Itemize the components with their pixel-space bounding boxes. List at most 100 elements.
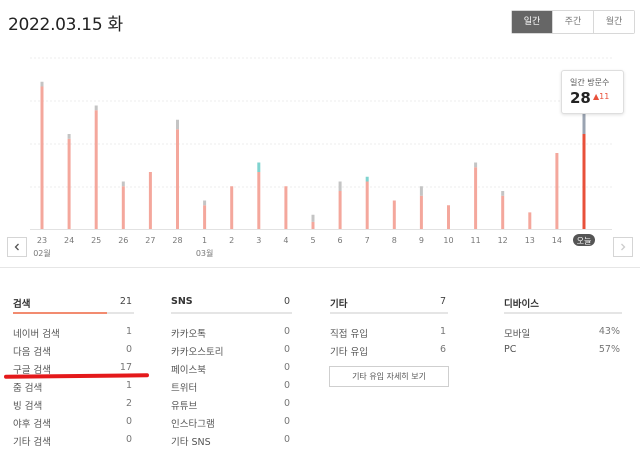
- stats-search-header: 검색 21: [13, 296, 134, 316]
- x-tick-label: 28: [172, 236, 182, 245]
- row-value: 0: [283, 326, 290, 337]
- list-item[interactable]: 다음 검색 0: [13, 340, 134, 358]
- bar-segment-0: [257, 172, 261, 229]
- row-value: 0: [125, 416, 132, 427]
- stats-etc-rule: [330, 312, 448, 314]
- list-item[interactable]: 인스타그램 0: [171, 412, 292, 430]
- x-tick-label: 27: [145, 236, 155, 245]
- tooltip-delta: ▲11: [593, 92, 610, 101]
- daily-visits-chart: 23 24 25 26 27 28 1 2 3 4 5 6 7 8 9 10 11 12 13 14 오늘02월 03월: [30, 57, 612, 258]
- stats-sns-total: 0: [283, 296, 290, 307]
- row-value: 0: [283, 416, 290, 427]
- row-value: 0: [283, 344, 290, 355]
- bar-segment-2: [257, 162, 261, 172]
- bar-segment-1: [419, 186, 423, 196]
- row-label: 직접 유입: [330, 329, 368, 340]
- tooltip-value: 28: [570, 89, 591, 107]
- bar-segment-0: [447, 205, 450, 229]
- bar-segment-1: [501, 191, 505, 196]
- row-value: 57%: [598, 344, 620, 355]
- row-label: PC: [504, 344, 517, 355]
- list-item[interactable]: PC 57%: [504, 340, 622, 358]
- section-divider: [0, 267, 640, 268]
- bar-segment-2: [365, 176, 369, 182]
- bar-segment-0: [474, 167, 478, 229]
- stats-sns-rule: [171, 312, 292, 314]
- chart-prev-button[interactable]: [7, 237, 27, 257]
- stats-search: 검색 21 네이버 검색 1 다음 검색 0 구글 검색 17 줌 검색 1 빙 검색 2…: [13, 296, 134, 448]
- etc-detail-button[interactable]: 기타 유입 자세히 보기: [329, 366, 449, 387]
- bar-segment-0: [176, 129, 179, 229]
- x-tick-label: 25: [91, 236, 101, 245]
- stats-etc-title: 기타: [330, 299, 348, 310]
- bar-segment-0: [40, 86, 44, 229]
- x-tick-label: 9: [419, 236, 424, 245]
- bar-segment-1: [338, 181, 342, 191]
- stats-etc: 기타 7 직접 유입 1 기타 유입 6: [330, 296, 448, 358]
- tooltip-label: 일간 방문수: [570, 78, 610, 87]
- stats-device: 디바이스 모바일 43% PC 57%: [504, 296, 622, 358]
- list-item[interactable]: 카카오스토리 0: [171, 340, 292, 358]
- row-value: 17: [119, 362, 132, 373]
- bar-segment-0: [94, 110, 98, 229]
- bar-segment-0: [148, 172, 152, 229]
- row-value: 6: [439, 344, 446, 355]
- row-label: 모바일: [504, 329, 531, 340]
- row-value: 0: [125, 344, 132, 355]
- stats-sns-header: SNS 0: [171, 296, 292, 316]
- x-tick-label: 13: [525, 236, 535, 245]
- row-label: 기타 유입: [330, 347, 368, 358]
- list-item[interactable]: 유튜브 0: [171, 394, 292, 412]
- list-item[interactable]: 페이스북 0: [171, 358, 292, 376]
- month-label: 03월: [196, 248, 214, 258]
- x-tick-label: 14: [552, 236, 562, 245]
- list-item[interactable]: 모바일 43%: [504, 322, 622, 340]
- row-value: 0: [283, 380, 290, 391]
- chart-next-button[interactable]: [613, 237, 633, 257]
- stats-etc-header: 기타 7: [330, 296, 448, 316]
- list-item[interactable]: 기타 유입 6: [330, 340, 448, 358]
- list-item[interactable]: 직접 유입 1: [330, 322, 448, 340]
- stats-device-header: 디바이스: [504, 296, 622, 316]
- bar-segment-0: [284, 186, 288, 229]
- row-value: 0: [283, 398, 290, 409]
- row-value: 1: [125, 380, 132, 391]
- x-tick-label: 10: [443, 236, 453, 245]
- row-label: 기타 검색: [13, 437, 51, 448]
- bar-segment-0: [230, 186, 234, 229]
- x-tick-label: 26: [118, 236, 128, 245]
- chevron-left-icon: [14, 243, 19, 251]
- stats-search-total: 21: [119, 296, 132, 307]
- list-item[interactable]: 줌 검색 1: [13, 376, 134, 394]
- bar-segment-1: [94, 105, 98, 111]
- list-item[interactable]: 네이버 검색 1: [13, 322, 134, 340]
- x-tick-label: 6: [338, 236, 343, 245]
- row-label: 야후 검색: [13, 419, 51, 430]
- list-item[interactable]: 기타 검색 0: [13, 430, 134, 448]
- row-value: 0: [283, 434, 290, 445]
- row-label: 줌 검색: [13, 383, 43, 394]
- x-tick-label: 3: [256, 236, 261, 245]
- x-tick-label: 24: [64, 236, 74, 245]
- row-label: 카카오톡: [171, 329, 206, 340]
- chevron-right-icon: [621, 243, 626, 251]
- x-tick-label: 8: [392, 236, 397, 245]
- list-item[interactable]: 빙 검색 2: [13, 394, 134, 412]
- list-item[interactable]: 카카오톡 0: [171, 322, 292, 340]
- stats-search-rule: [13, 312, 134, 314]
- bar-segment-1: [67, 134, 71, 139]
- row-value: 43%: [598, 326, 620, 337]
- bar-segment-0: [365, 181, 369, 229]
- row-value: 1: [125, 326, 132, 337]
- x-tick-label: 5: [310, 236, 315, 245]
- x-tick-label: 12: [498, 236, 508, 245]
- bar-segment-0: [121, 186, 125, 229]
- stats-search-title: 검색: [13, 299, 31, 310]
- row-label: 카카오스토리: [171, 347, 224, 358]
- bar-segment-1: [121, 181, 125, 187]
- bar-segment-3: [582, 134, 586, 229]
- list-item[interactable]: 트위터 0: [171, 376, 292, 394]
- list-item[interactable]: 기타 SNS 0: [171, 430, 292, 448]
- list-item[interactable]: 야후 검색 0: [13, 412, 134, 430]
- bar-segment-1: [203, 200, 207, 206]
